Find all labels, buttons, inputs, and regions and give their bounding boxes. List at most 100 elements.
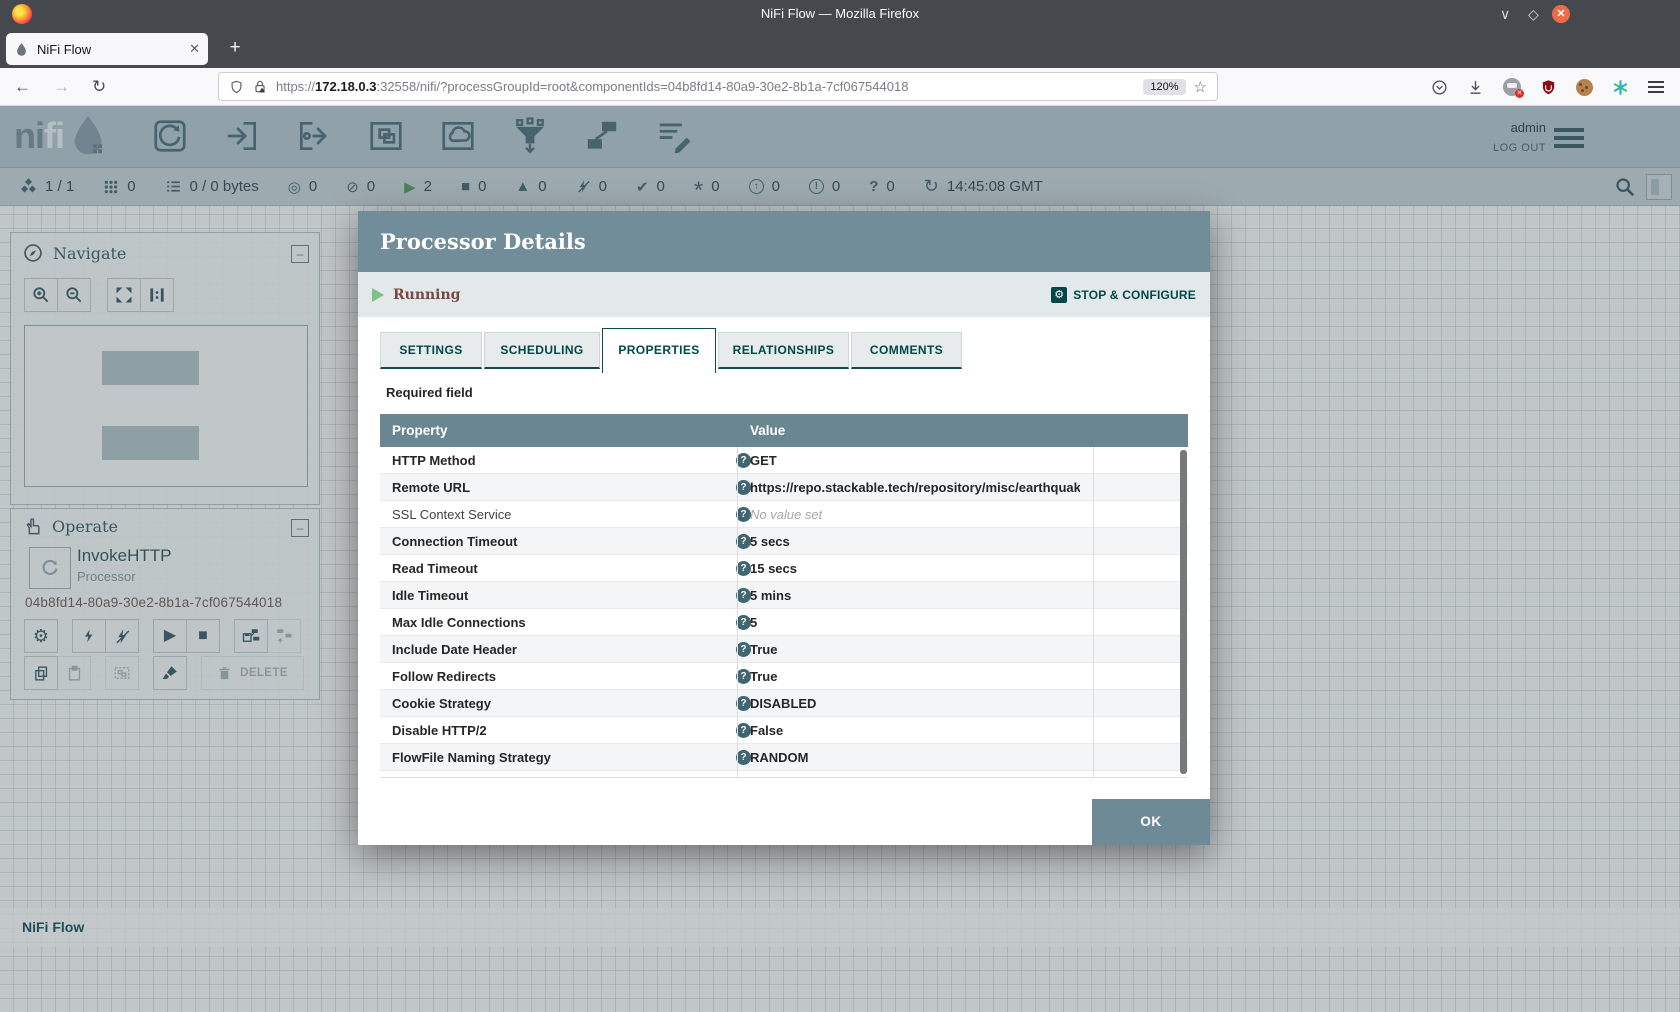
property-name: Disable HTTP/2 xyxy=(392,717,487,744)
maximize-icon[interactable]: ◇ xyxy=(1528,0,1539,28)
dialog-status-row: Running ⚙ STOP & CONFIGURE xyxy=(358,272,1210,317)
help-icon[interactable]: ? xyxy=(736,453,751,468)
property-name: SSL Context Service xyxy=(392,501,511,528)
back-icon[interactable]: ← xyxy=(14,77,31,97)
running-status-label: Running xyxy=(393,287,460,303)
property-value[interactable]: True xyxy=(750,663,777,690)
tab-properties[interactable]: PROPERTIES xyxy=(602,328,716,373)
property-name: Remote URL xyxy=(392,474,470,501)
tab-title: NiFi Flow xyxy=(37,42,189,57)
value-column-header: Value xyxy=(750,414,785,447)
nifi-favicon xyxy=(14,42,29,57)
help-icon[interactable]: ? xyxy=(736,534,751,549)
menu-hamburger-icon[interactable] xyxy=(1648,78,1664,96)
browser-navbar: ← → ↻ https://172.18.0.3:32558/nifi/?pro… xyxy=(0,68,1680,106)
download-icon[interactable] xyxy=(1467,79,1484,96)
property-row[interactable]: Follow Redirects ? True xyxy=(380,663,1188,690)
shield-icon[interactable] xyxy=(229,79,244,95)
property-row[interactable]: Idle Timeout ? 5 mins xyxy=(380,582,1188,609)
url-bar[interactable]: https://172.18.0.3:32558/nifi/?processGr… xyxy=(218,72,1218,101)
help-icon[interactable]: ? xyxy=(736,723,751,738)
property-row[interactable]: Remote URL ? https://repo.stackable.tech… xyxy=(380,474,1188,501)
help-icon[interactable]: ? xyxy=(736,750,751,765)
property-value[interactable]: 5 secs xyxy=(750,528,790,555)
property-row[interactable]: Cookie Strategy ? DISABLED xyxy=(380,690,1188,717)
properties-table-header: Property Value xyxy=(380,414,1188,447)
tab-comments[interactable]: COMMENTS xyxy=(851,332,962,369)
close-icon[interactable]: ✕ xyxy=(1552,5,1570,23)
url-text[interactable]: https://172.18.0.3:32558/nifi/?processGr… xyxy=(276,79,1143,94)
screen: NiFi Flow — Mozilla Firefox ∨ ◇ ✕ NiFi F… xyxy=(0,0,1680,1012)
new-tab-button[interactable]: + xyxy=(220,33,250,65)
property-row[interactable]: Read Timeout ? 15 secs xyxy=(380,555,1188,582)
bookmark-star-icon[interactable]: ☆ xyxy=(1194,78,1207,96)
property-value[interactable]: 5 xyxy=(750,609,757,636)
window-titlebar[interactable]: NiFi Flow — Mozilla Firefox ∨ ◇ ✕ xyxy=(0,0,1680,28)
processor-details-dialog: Processor Details Running ⚙ STOP & CONFI… xyxy=(358,211,1210,845)
property-name: Read Timeout xyxy=(392,555,478,582)
forward-icon[interactable]: → xyxy=(53,77,70,97)
help-icon[interactable]: ? xyxy=(736,480,751,495)
dialog-header: Processor Details xyxy=(358,211,1210,272)
property-row-partial[interactable]: ? No value set xyxy=(380,771,1188,778)
table-scrollbar[interactable] xyxy=(1180,450,1187,774)
stop-and-configure-button[interactable]: ⚙ STOP & CONFIGURE xyxy=(1051,287,1196,303)
help-icon[interactable]: ? xyxy=(736,615,751,630)
property-value[interactable]: 15 secs xyxy=(750,555,797,582)
window-title: NiFi Flow — Mozilla Firefox xyxy=(0,0,1680,28)
property-value[interactable]: 5 mins xyxy=(750,582,791,609)
property-row[interactable]: Max Idle Connections ? 5 xyxy=(380,609,1188,636)
running-status-icon xyxy=(372,288,384,302)
property-row[interactable]: Disable HTTP/2 ? False xyxy=(380,717,1188,744)
property-column-header: Property xyxy=(392,414,448,447)
tab-settings[interactable]: SETTINGS xyxy=(380,332,482,369)
ok-button[interactable]: OK xyxy=(1092,799,1210,845)
cookie-icon[interactable] xyxy=(1576,79,1593,96)
property-name: FlowFile Naming Strategy xyxy=(392,744,551,771)
tab-close-icon[interactable]: ✕ xyxy=(189,41,200,57)
property-row[interactable]: HTTP Method ? GET xyxy=(380,447,1188,474)
pocket-icon[interactable] xyxy=(1431,79,1448,96)
browser-tabstrip: NiFi Flow ✕ + xyxy=(0,28,1680,68)
property-value[interactable]: True xyxy=(750,636,777,663)
ublock-icon[interactable] xyxy=(1540,79,1557,96)
browser-tab[interactable]: NiFi Flow ✕ xyxy=(6,33,208,65)
tab-scheduling[interactable]: SCHEDULING xyxy=(484,332,600,369)
colorful-asterisk-icon[interactable] xyxy=(1612,79,1629,96)
property-name: Follow Redirects xyxy=(392,663,496,690)
minimize-icon[interactable]: ∨ xyxy=(1500,0,1510,28)
property-name: Include Date Header xyxy=(392,636,517,663)
property-value[interactable]: https://repo.stackable.tech/repository/m… xyxy=(750,474,1080,501)
privacy-mask-icon[interactable]: ✕ xyxy=(1503,78,1521,96)
property-row[interactable]: Connection Timeout ? 5 secs xyxy=(380,528,1188,555)
dialog-title: Processor Details xyxy=(380,211,1210,272)
property-row[interactable]: Include Date Header ? True xyxy=(380,636,1188,663)
firefox-logo xyxy=(12,4,32,24)
property-value[interactable]: No value set xyxy=(750,771,822,778)
reload-icon[interactable]: ↻ xyxy=(92,77,106,97)
nifi-page: nifi xyxy=(0,106,1680,1012)
required-field-label: Required field xyxy=(386,385,473,400)
property-value[interactable]: No value set xyxy=(750,501,822,528)
help-icon[interactable]: ? xyxy=(736,561,751,576)
help-icon[interactable]: ? xyxy=(736,642,751,657)
help-icon[interactable]: ? xyxy=(736,777,751,778)
property-value[interactable]: DISABLED xyxy=(750,690,816,717)
zoom-level-badge[interactable]: 120% xyxy=(1143,79,1185,95)
column-divider xyxy=(737,447,738,777)
help-icon[interactable]: ? xyxy=(736,696,751,711)
help-icon[interactable]: ? xyxy=(736,588,751,603)
stop-configure-gear-icon: ⚙ xyxy=(1051,287,1067,303)
property-name: HTTP Method xyxy=(392,447,476,474)
help-icon[interactable]: ? xyxy=(736,507,751,522)
property-name: Connection Timeout xyxy=(392,528,517,555)
tab-relationships[interactable]: RELATIONSHIPS xyxy=(718,332,849,369)
help-icon[interactable]: ? xyxy=(736,669,751,684)
lock-warning-icon[interactable] xyxy=(252,79,268,95)
property-value[interactable]: False xyxy=(750,717,783,744)
property-row[interactable]: SSL Context Service ? No value set xyxy=(380,501,1188,528)
property-row[interactable]: FlowFile Naming Strategy ? RANDOM xyxy=(380,744,1188,771)
property-value[interactable]: GET xyxy=(750,447,777,474)
property-value[interactable]: RANDOM xyxy=(750,744,809,771)
stop-configure-label: STOP & CONFIGURE xyxy=(1073,288,1196,302)
